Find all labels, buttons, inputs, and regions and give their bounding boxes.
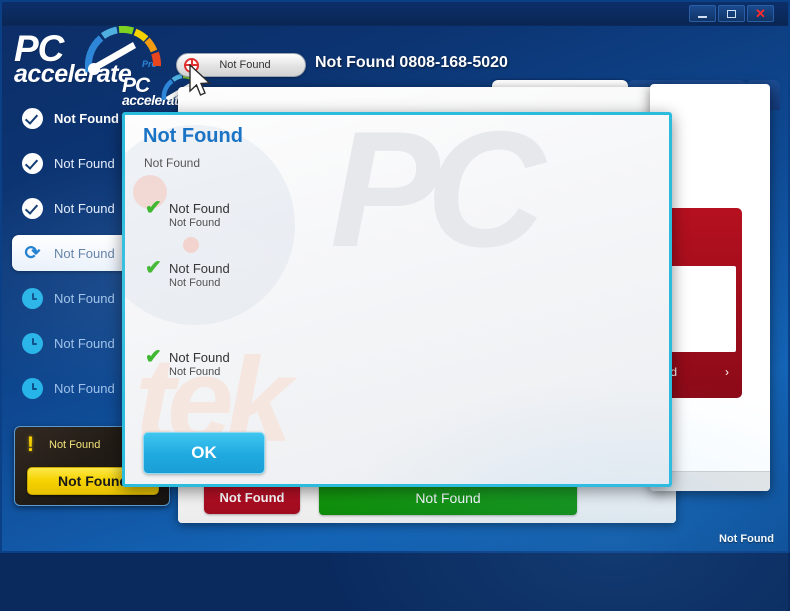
- minimize-icon: [698, 16, 707, 18]
- sidebar-item-4-label: Not Found: [54, 291, 115, 306]
- support-button-label: Not Found: [199, 59, 305, 71]
- sidebar-item-3-label: Not Found: [54, 246, 115, 261]
- modal-item-2-title: Not Found: [169, 350, 230, 365]
- modal-dialog: PC tek Not Found Not Found ✔ Not Found N…: [122, 112, 672, 487]
- warning-label: Not Found: [49, 439, 100, 451]
- warning-action-label: Not Found: [58, 473, 128, 489]
- modal-subtitle: Not Found: [144, 156, 200, 170]
- modal-list-item-0: ✔ Not Found Not Found: [145, 201, 230, 230]
- clock-icon: [22, 288, 43, 309]
- modal-list-item-2: ✔ Not Found Not Found: [145, 350, 230, 379]
- modal-item-0-sub: Not Found: [169, 216, 230, 230]
- maximize-icon: [727, 10, 736, 18]
- mouse-cursor-icon: [188, 64, 214, 98]
- modal-item-1-title: Not Found: [169, 261, 230, 276]
- header-phone-text: Not Found 0808-168-5020: [315, 54, 508, 72]
- modal-ok-label: OK: [191, 443, 217, 463]
- refresh-icon: ⟳: [22, 243, 43, 264]
- modal-item-0-title: Not Found: [169, 201, 230, 216]
- modal-item-1-sub: Not Found: [169, 276, 230, 290]
- title-bar: ✕: [2, 2, 788, 26]
- continue-button-label: Not Found: [415, 490, 480, 506]
- modal-title: Not Found: [143, 125, 243, 148]
- cancel-button-label: Not Found: [220, 490, 285, 505]
- sidebar-item-0-label: Not Found: [54, 111, 119, 126]
- modal-list-item-1: ✔ Not Found Not Found: [145, 261, 230, 290]
- modal-item-2-sub: Not Found: [169, 365, 230, 379]
- close-icon: ✕: [755, 7, 766, 20]
- check-icon: ✔: [145, 201, 165, 216]
- application-window: ✕ PC accelerate Pro PC accelerate: [0, 0, 790, 553]
- sidebar-item-5-label: Not Found: [54, 336, 115, 351]
- speedometer-icon: [81, 26, 171, 78]
- exclamation-icon: !: [27, 436, 37, 454]
- sidebar-item-1-label: Not Found: [54, 156, 115, 171]
- modal-ok-button[interactable]: OK: [143, 432, 265, 474]
- sidebar-item-6-label: Not Found: [54, 381, 115, 396]
- window-controls: ✕: [689, 5, 774, 22]
- clock-icon: [22, 378, 43, 399]
- check-icon: ✔: [145, 261, 165, 276]
- minimize-button[interactable]: [689, 5, 716, 22]
- maximize-button[interactable]: [718, 5, 745, 22]
- sidebar-item-2-label: Not Found: [54, 201, 115, 216]
- close-button[interactable]: ✕: [747, 5, 774, 22]
- check-circle-icon: [22, 153, 43, 174]
- modal-decoration-dot-2: [183, 237, 199, 253]
- header: PC accelerate Pro PC accelerate: [2, 26, 788, 92]
- modal-watermark: PC: [330, 112, 531, 272]
- status-bar-text: Not Found: [719, 533, 774, 545]
- clock-icon: [22, 333, 43, 354]
- check-circle-icon: [22, 108, 43, 129]
- check-icon: ✔: [145, 350, 165, 365]
- check-circle-icon: [22, 198, 43, 219]
- chevron-right-icon: ›: [725, 365, 729, 379]
